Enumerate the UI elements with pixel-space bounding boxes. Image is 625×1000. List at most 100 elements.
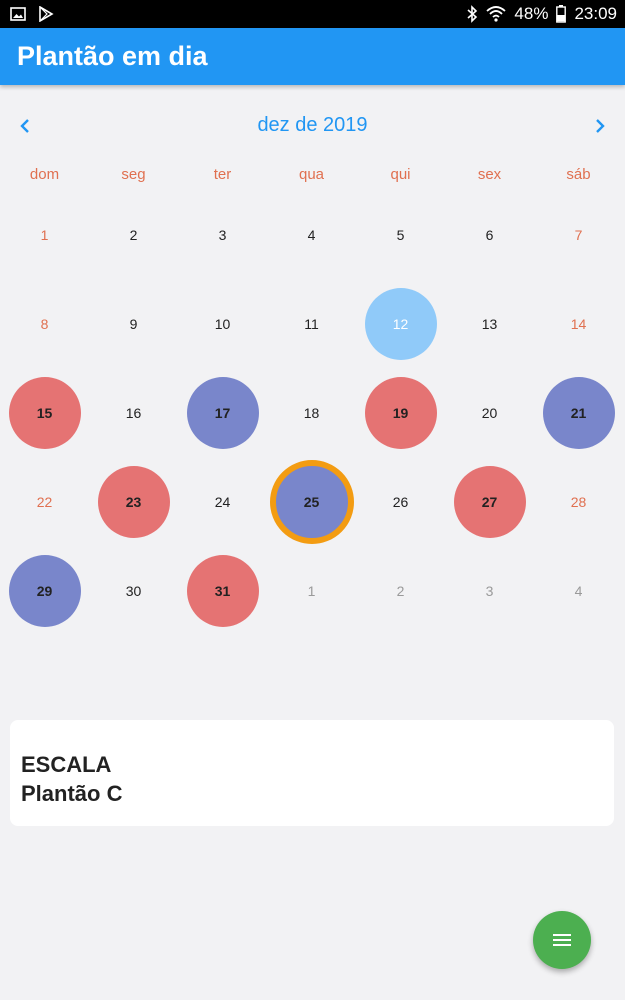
clock: 23:09 <box>574 4 617 23</box>
day-circle: 1 <box>276 555 348 627</box>
card-subtitle: Plantão C <box>21 781 123 806</box>
day-number: 5 <box>396 226 405 243</box>
day-cell[interactable]: 2 <box>356 546 445 635</box>
day-circle: 6 <box>454 199 526 271</box>
day-cell[interactable]: 8 <box>0 279 89 368</box>
menu-icon <box>553 934 571 946</box>
day-number: 10 <box>214 315 231 332</box>
day-number: 25 <box>303 493 320 510</box>
day-cell[interactable]: 13 <box>445 279 534 368</box>
day-number: 11 <box>304 315 319 332</box>
day-circle: 4 <box>276 199 348 271</box>
battery-icon <box>556 5 567 23</box>
shift-marker: 23 <box>97 465 170 538</box>
day-number: 27 <box>481 493 498 510</box>
day-cell[interactable]: 6 <box>445 190 534 279</box>
day-cell[interactable]: 10 <box>178 279 267 368</box>
card-title: ESCALA <box>21 752 112 777</box>
day-number: 14 <box>570 315 587 332</box>
day-circle: 5 <box>365 199 437 271</box>
day-number: 26 <box>392 493 409 510</box>
day-cell[interactable]: 29 <box>0 546 89 635</box>
battery-percent: 48% <box>514 4 549 23</box>
day-cell[interactable]: 24 <box>178 457 267 546</box>
day-cell[interactable]: 19 <box>356 368 445 457</box>
day-cell[interactable]: 23 <box>89 457 178 546</box>
day-number: 16 <box>125 404 142 421</box>
day-cell[interactable]: 28 <box>534 457 623 546</box>
weekday-label: seg <box>121 166 146 183</box>
weekday-label: dom <box>29 166 60 183</box>
weekday-label: qui <box>390 166 411 183</box>
day-number: 29 <box>36 582 53 599</box>
day-number: 31 <box>214 582 231 599</box>
day-cell[interactable]: 20 <box>445 368 534 457</box>
day-cell[interactable]: 21 <box>534 368 623 457</box>
shift-marker: 31 <box>186 554 259 627</box>
day-number: 9 <box>129 315 138 332</box>
day-cell[interactable]: 3 <box>445 546 534 635</box>
day-number: 7 <box>574 226 583 243</box>
day-cell[interactable]: 4 <box>267 190 356 279</box>
day-number: 4 <box>307 226 316 243</box>
day-cell[interactable]: 26 <box>356 457 445 546</box>
app-bar: Plantão em dia <box>0 28 625 85</box>
day-number: 21 <box>570 404 587 421</box>
shift-marker: 25 <box>269 459 354 544</box>
day-cell[interactable]: 18 <box>267 368 356 457</box>
day-cell[interactable]: 14 <box>534 279 623 368</box>
weekday-label: sex <box>477 166 502 183</box>
day-number: 20 <box>481 404 498 421</box>
day-number: 19 <box>392 404 409 421</box>
day-number: 24 <box>214 493 231 510</box>
shift-marker: 29 <box>8 554 81 627</box>
day-cell[interactable]: 3 <box>178 190 267 279</box>
day-cell[interactable]: 1 <box>0 190 89 279</box>
next-month-button[interactable] <box>584 110 616 142</box>
day-cell[interactable]: 27 <box>445 457 534 546</box>
wifi-icon <box>486 5 507 23</box>
weekday-label: qua <box>298 166 325 183</box>
day-cell[interactable]: 12 <box>356 279 445 368</box>
day-circle: 4 <box>543 555 615 627</box>
day-cell[interactable]: 5 <box>356 190 445 279</box>
day-cell[interactable]: 1 <box>267 546 356 635</box>
menu-fab-button[interactable] <box>533 911 591 969</box>
day-cell[interactable]: 9 <box>89 279 178 368</box>
day-circle: 10 <box>187 288 259 360</box>
shift-marker: 19 <box>364 376 437 449</box>
day-number: 30 <box>125 582 142 599</box>
day-number: 1 <box>307 582 316 599</box>
day-cell[interactable]: 25 <box>267 457 356 546</box>
play-store-icon <box>38 6 54 22</box>
day-number: 28 <box>570 493 587 510</box>
day-number: 2 <box>396 582 405 599</box>
weekday-label: sáb <box>566 166 591 183</box>
day-cell[interactable]: 30 <box>89 546 178 635</box>
day-number: 6 <box>485 226 494 243</box>
day-circle: 26 <box>365 466 437 538</box>
day-circle: 2 <box>98 199 170 271</box>
day-number: 18 <box>303 404 320 421</box>
chevron-right-icon <box>596 119 605 133</box>
day-cell[interactable]: 2 <box>89 190 178 279</box>
day-number: 13 <box>481 315 498 332</box>
day-circle: 13 <box>454 288 526 360</box>
day-number: 3 <box>485 582 494 599</box>
day-number: 2 <box>129 226 138 243</box>
day-cell[interactable]: 17 <box>178 368 267 457</box>
day-cell[interactable]: 4 <box>534 546 623 635</box>
day-number: 22 <box>36 493 53 510</box>
day-cell[interactable]: 22 <box>0 457 89 546</box>
gallery-icon <box>10 6 26 22</box>
day-cell[interactable]: 11 <box>267 279 356 368</box>
day-cell[interactable]: 16 <box>89 368 178 457</box>
day-circle: 9 <box>98 288 170 360</box>
day-circle: 28 <box>543 466 615 538</box>
day-cell[interactable]: 7 <box>534 190 623 279</box>
day-cell[interactable]: 15 <box>0 368 89 457</box>
day-number: 3 <box>218 226 227 243</box>
day-circle: 3 <box>454 555 526 627</box>
day-number: 4 <box>574 582 583 599</box>
day-cell[interactable]: 31 <box>178 546 267 635</box>
